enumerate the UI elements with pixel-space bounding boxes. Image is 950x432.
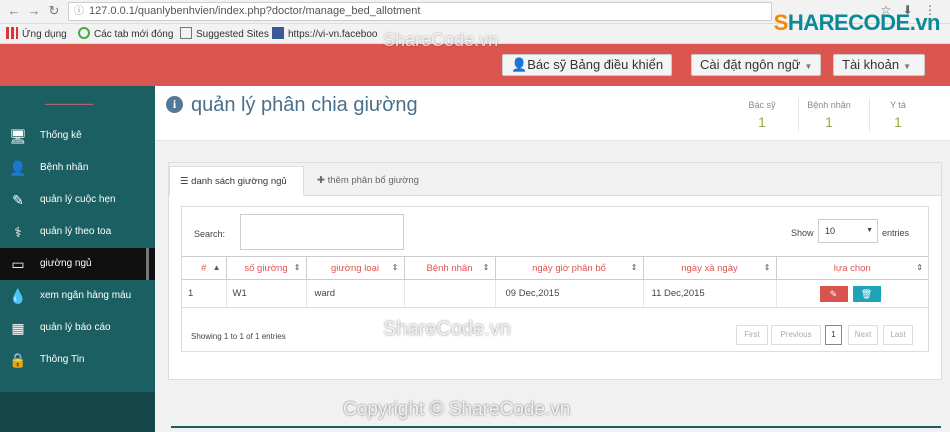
user-icon: 👤 <box>511 57 528 72</box>
url-text: 127.0.0.1/quanlybenhvien/index.php?docto… <box>89 5 421 17</box>
main-content: i quản lý phân chia giường Bác sỹ 1 Bệnh… <box>155 86 950 432</box>
monitor-icon: 🖥 <box>9 128 27 144</box>
history-icon <box>78 27 90 39</box>
data-table-wrapper: Search: Show 10 ▼ entries # ▲ số giường ⇕ … <box>181 206 929 352</box>
edit-button[interactable]: ✎ <box>819 285 848 302</box>
row-actions: ✎ 🗑 <box>776 279 928 308</box>
page-title: quản lý phân chia giường <box>191 94 418 116</box>
sidebar: ▬▬▬▬▬▬▬▬▬▬▬▬ 🖥 Thống kê 👤 Bệnh nhân ✎ qu… <box>0 86 155 432</box>
sort-icon: ⇕ <box>630 263 638 272</box>
caret-down-icon: ▼ <box>866 227 873 234</box>
bookmark-apps[interactable]: Ứng dụng <box>6 27 67 42</box>
delete-button[interactable]: 🗑 <box>852 285 881 302</box>
search-label: Search: <box>194 229 226 239</box>
bookmark-facebook[interactable]: https://vi-vn.faceboo <box>272 27 378 42</box>
table-info: Showing 1 to 1 of 1 entries <box>191 332 286 341</box>
sidebar-item-blood-bank[interactable]: 💧 xem ngân hàng máu <box>0 280 155 312</box>
plus-icon: ✚ <box>317 175 325 186</box>
tab-bar: ☰ danh sách giường ngủ ✚ thêm phân bổ gi… <box>169 163 941 196</box>
facebook-icon <box>272 27 284 39</box>
list-icon: ☰ <box>180 176 189 187</box>
content-area: ☰ danh sách giường ngủ ✚ thêm phân bổ gi… <box>155 141 950 432</box>
language-settings-button[interactable]: Cài đặt ngôn ngữ ▼ <box>691 54 822 76</box>
footer-divider <box>171 426 941 428</box>
trash-icon: 🗑 <box>860 288 873 299</box>
apps-grid-icon <box>6 27 18 39</box>
divider <box>798 98 799 132</box>
address-bar[interactable]: ⓘ 127.0.0.1/quanlybenhvien/index.php?doc… <box>68 2 772 21</box>
sort-icon: ⇕ <box>482 263 490 272</box>
watermark-middle: ShareCode.vn <box>383 318 511 340</box>
pagination-current[interactable]: 1 <box>825 325 842 345</box>
tab-add-allotment[interactable]: ✚ thêm phân bổ giường <box>307 166 429 196</box>
table-row: 1 W1 ward 09 Dec,2015 11 Dec,2015 ✎ 🗑 <box>182 279 928 308</box>
table-header-row: # ▲ số giường ⇕ giường loại ⇕ Bệnh nhân ⇕ ng… <box>182 256 928 280</box>
sidebar-item-beds[interactable]: ▭ giường ngủ <box>0 248 155 280</box>
stat-nurses: Y tá 1 <box>890 100 906 130</box>
info-icon: i <box>166 96 183 113</box>
sort-icon: ⇕ <box>763 263 771 272</box>
page-icon <box>180 27 192 39</box>
bed-icon: ▭ <box>11 256 25 272</box>
sidebar-item-dashboard[interactable]: 🖥 Thống kê <box>0 120 155 152</box>
column-header-allotted[interactable]: ngày giờ phân bổ ⇕ <box>495 256 644 280</box>
account-button[interactable]: Tài khoản ▼ <box>833 54 925 76</box>
bookmark-suggested[interactable]: Suggested Sites <box>180 27 269 42</box>
sort-icon: ⇕ <box>391 263 399 272</box>
divider <box>869 98 870 132</box>
sidebar-footer <box>0 392 155 432</box>
info-icon: ⓘ <box>74 6 84 17</box>
entries-label: entries <box>882 228 910 238</box>
sidebar-item-appointments[interactable]: ✎ quản lý cuộc hẹn <box>0 184 155 216</box>
column-header-number[interactable]: # ▲ <box>182 256 227 280</box>
pagination-previous[interactable]: Previous <box>771 325 821 345</box>
forward-icon[interactable]: → <box>26 3 42 19</box>
sidebar-item-reports[interactable]: ▦ quản lý báo cáo <box>0 312 155 344</box>
caret-down-icon: ▼ <box>903 62 912 71</box>
caret-down-icon: ▼ <box>804 62 813 71</box>
column-header-bed-type[interactable]: giường loại ⇕ <box>306 256 405 280</box>
search-input[interactable] <box>240 214 404 250</box>
user-icon: 👤 <box>9 160 27 176</box>
watermark-top: ShareCode.vn <box>383 30 499 50</box>
sharecode-logo: SHARECODE.vn <box>773 10 941 35</box>
sidebar-item-patients[interactable]: 👤 Bệnh nhân <box>0 152 155 184</box>
pagination-last[interactable]: Last <box>883 325 913 345</box>
sidebar-logo: ▬▬▬▬▬▬▬▬▬▬▬▬ <box>45 101 93 106</box>
edit-icon: ✎ <box>12 192 24 208</box>
page-header: i quản lý phân chia giường Bác sỹ 1 Bệnh… <box>155 86 950 141</box>
stat-patients: Bệnh nhân 1 <box>807 100 851 130</box>
bed-allotment-panel: ☰ danh sách giường ngủ ✚ thêm phân bổ gi… <box>168 162 942 380</box>
sort-asc-icon: ▲ <box>212 263 221 272</box>
sort-icon: ⇕ <box>293 263 301 272</box>
pagination-first[interactable]: First <box>736 325 768 345</box>
bookmark-recent-tabs[interactable]: Các tab mới đóng <box>78 27 173 42</box>
bed-allotment-table: # ▲ số giường ⇕ giường loại ⇕ Bệnh nhân ⇕ ng… <box>182 256 928 308</box>
column-header-bed-number[interactable]: số giường ⇕ <box>226 256 307 280</box>
watermark-copyright: Copyright © ShareCode.vn <box>343 399 571 420</box>
doctor-dashboard-button[interactable]: 👤Bác sỹ Bảng điều khiển <box>502 54 673 76</box>
entries-per-page-select[interactable]: 10 ▼ <box>818 219 878 243</box>
tab-bed-list[interactable]: ☰ danh sách giường ngủ <box>169 166 304 196</box>
reload-icon[interactable]: ↻ <box>46 3 62 19</box>
stethoscope-icon: ⚕ <box>14 224 22 240</box>
sidebar-item-prescriptions[interactable]: ⚕ quản lý theo toa <box>0 216 155 248</box>
column-header-discharge[interactable]: ngày xả ngày ⇕ <box>643 256 777 280</box>
lock-icon: 🔒 <box>9 352 27 368</box>
building-icon: ▦ <box>11 320 25 336</box>
sidebar-item-profile[interactable]: 🔒 Thông Tin <box>0 344 155 376</box>
stat-doctors: Bác sỹ 1 <box>748 100 776 130</box>
show-label: Show <box>791 228 814 238</box>
column-header-patient[interactable]: Bệnh nhân ⇕ <box>404 256 496 280</box>
back-icon[interactable]: ← <box>6 3 22 19</box>
pagination-next[interactable]: Next <box>848 325 878 345</box>
wrench-icon: ✎ <box>829 288 838 299</box>
sort-icon: ⇕ <box>916 263 923 272</box>
column-header-options[interactable]: lựa chọn ⇕ <box>776 256 928 280</box>
blood-drop-icon: 💧 <box>9 288 27 304</box>
